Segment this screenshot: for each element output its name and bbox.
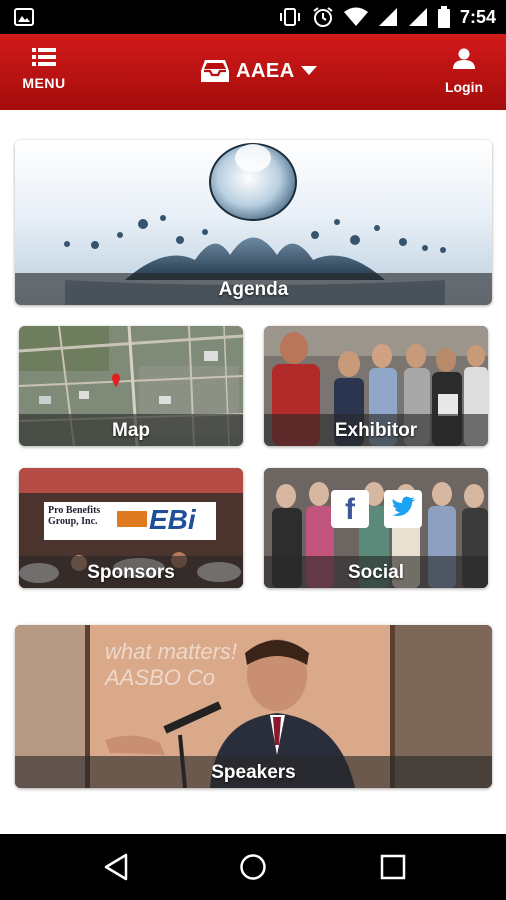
sponsors-label: Sponsors: [87, 562, 175, 583]
system-nav-bar: [0, 834, 506, 900]
agenda-tile[interactable]: Agenda: [15, 140, 492, 305]
photo-icon: [14, 8, 34, 26]
slide-text: what matters! AASBO Co: [105, 639, 238, 690]
sponsors-tile[interactable]: Pro Benefits Group, Inc. EBi Sponsors: [19, 468, 243, 588]
twitter-bird-glyph: [392, 496, 416, 516]
status-bar: 7:54: [0, 0, 506, 34]
clock: 7:54: [459, 6, 496, 27]
ebi-text: EBi: [149, 504, 196, 535]
app-selector[interactable]: AAEA: [200, 54, 317, 88]
exhibitor-label: Exhibitor: [334, 420, 418, 441]
menu-button[interactable]: MENU: [20, 48, 68, 96]
chevron-down-icon: [300, 66, 317, 75]
home-icon[interactable]: [237, 852, 269, 882]
map-label: Map: [112, 420, 150, 441]
ebi-logo-mark: [117, 511, 147, 527]
speakers-tile[interactable]: what matters! AASBO Co Speakers: [15, 625, 492, 788]
vibrate-icon: [279, 8, 300, 26]
map-tile[interactable]: Map: [19, 326, 243, 446]
back-icon[interactable]: [100, 852, 132, 882]
social-label: Social: [348, 562, 404, 583]
person-icon: [453, 48, 475, 69]
menu-label: MENU: [22, 75, 66, 91]
app-bar: MENU AAEA Login: [0, 34, 506, 110]
login-label: Login: [444, 79, 484, 95]
social-tile[interactable]: f Social: [264, 468, 488, 588]
recents-icon[interactable]: [376, 852, 408, 882]
app-title: AAEA: [236, 59, 295, 82]
ebi-logo: EBi: [111, 502, 216, 540]
wifi-icon: [343, 7, 368, 26]
pro-benefits-text: Pro Benefits Group, Inc.: [48, 505, 101, 527]
signal-icon: [378, 8, 397, 26]
battery-icon: [437, 6, 450, 28]
speakers-label: Speakers: [211, 762, 296, 783]
exhibitor-tile[interactable]: Exhibitor: [264, 326, 488, 446]
agenda-label: Agenda: [218, 279, 289, 300]
facebook-icon[interactable]: f: [331, 490, 369, 528]
status-icons: 7:54: [278, 6, 496, 28]
inbox-icon: [201, 60, 229, 82]
alarm-icon: [313, 7, 333, 27]
twitter-icon[interactable]: [384, 490, 422, 528]
login-button[interactable]: Login: [442, 48, 486, 96]
signal-icon-2: [408, 8, 427, 26]
menu-icon: [32, 48, 56, 66]
